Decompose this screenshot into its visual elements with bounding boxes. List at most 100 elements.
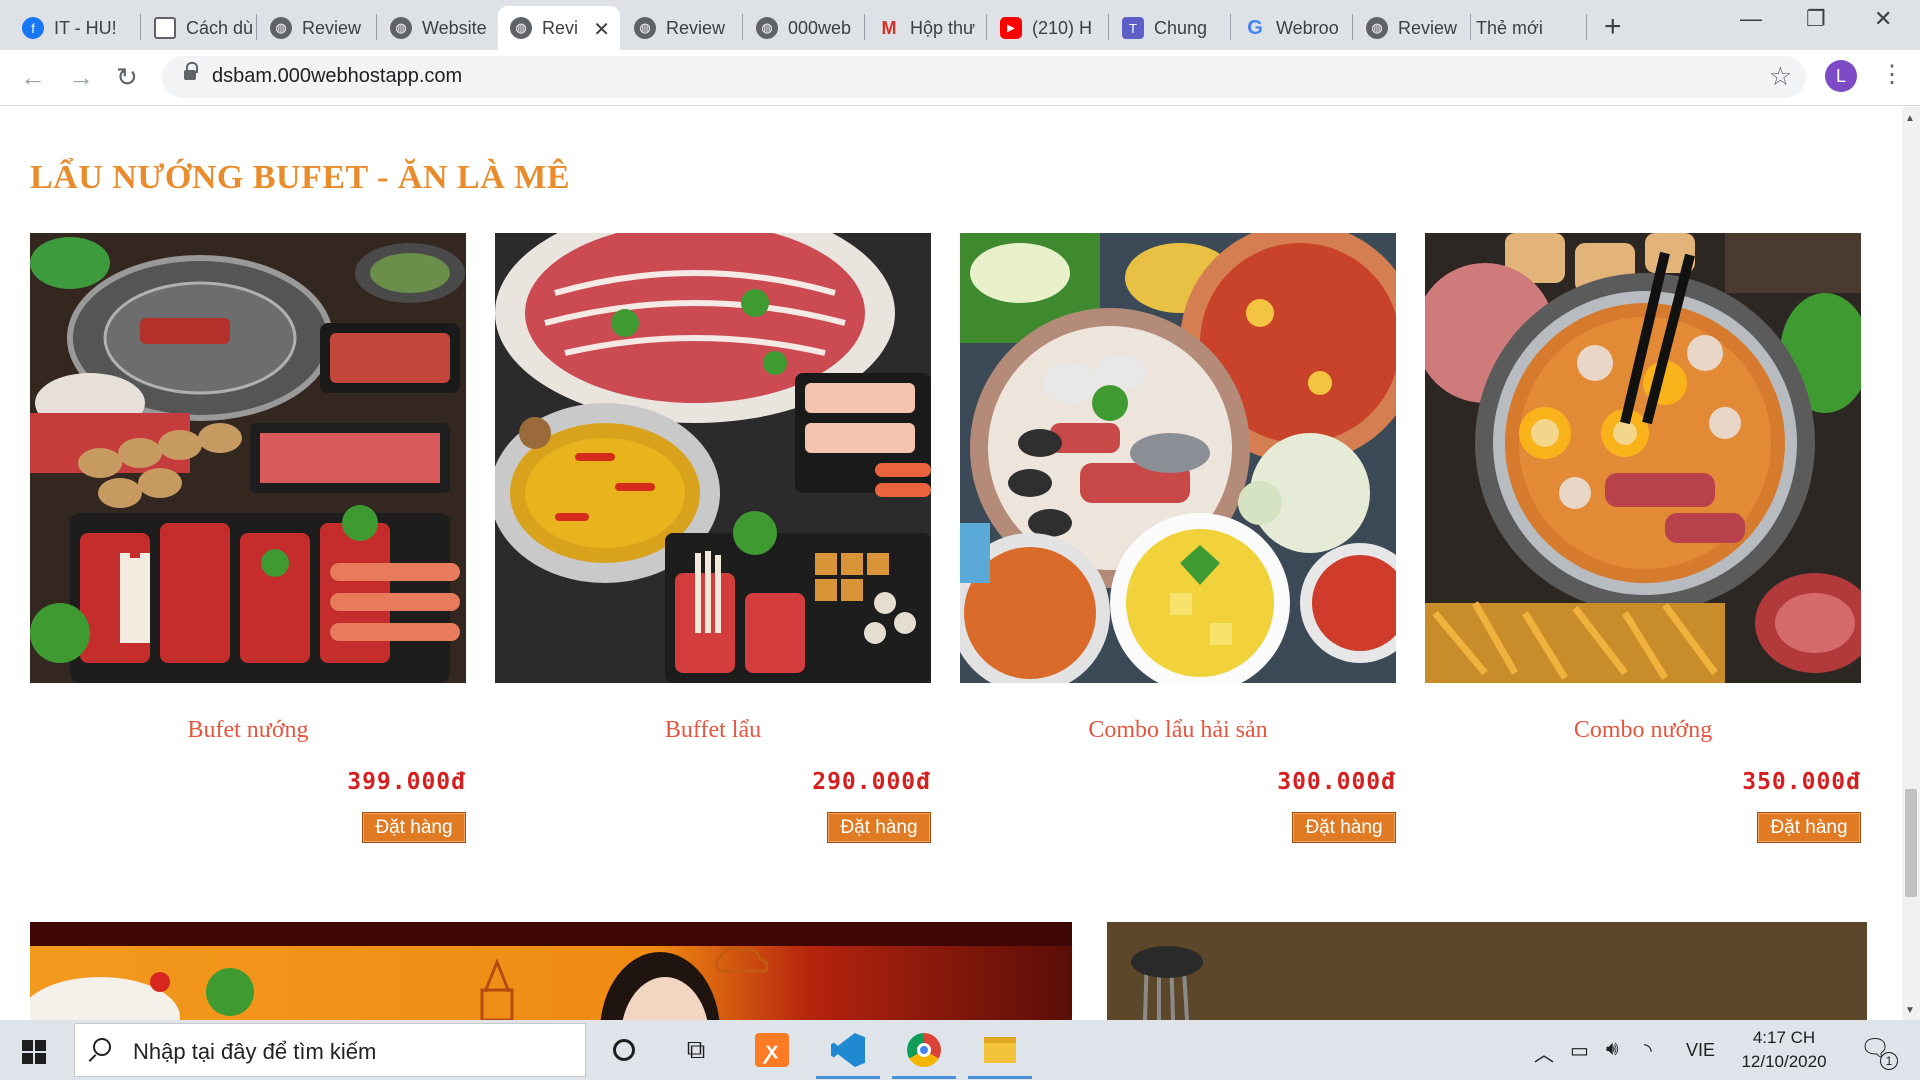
clock-time: 4:17 CH [1752, 1028, 1816, 1047]
new-tab-icon[interactable]: + [1604, 10, 1622, 44]
tab-label: Thẻ mới [1476, 17, 1543, 38]
browser-tab[interactable]: Thẻ mới [1472, 6, 1584, 50]
task-view-icon[interactable]: ⧉ [676, 1030, 716, 1070]
order-button[interactable]: Đặt hàng [1292, 812, 1396, 843]
grill-combo-photo [1425, 233, 1861, 683]
browser-tab[interactable]: ◍ Website [378, 6, 492, 50]
browser-tab-active[interactable]: ◍ Revi ✕ [498, 6, 620, 50]
order-button[interactable]: Đặt hàng [1757, 812, 1861, 843]
grill-buffet-photo [30, 233, 466, 683]
url-text[interactable]: dsbam.000webhostapp.com [212, 65, 462, 88]
page-scrollbar[interactable]: ▲ ▼ [1902, 107, 1920, 1020]
taskbar-clock[interactable]: 4:17 CH 12/10/2020 [1738, 1026, 1830, 1074]
back-arrow-icon[interactable]: ← [20, 62, 46, 93]
wifi-icon[interactable]: ◝ [1644, 1038, 1652, 1063]
profile-avatar[interactable]: L [1825, 60, 1857, 92]
document-icon [154, 17, 176, 39]
file-explorer-icon[interactable] [980, 1030, 1020, 1070]
globe-icon: ◍ [390, 17, 412, 39]
scroll-down-icon[interactable]: ▼ [1905, 1005, 1915, 1016]
browser-tab-strip: f IT - HU! Cách dù ◍ Review ◍ Website ◍ … [0, 0, 1920, 50]
volume-icon[interactable]: 🔊︎ [1606, 1038, 1619, 1061]
product-name[interactable]: Combo nướng [1425, 717, 1861, 744]
tab-label: 000web [788, 17, 852, 38]
product-price: 350.000đ [1742, 769, 1861, 795]
product-card: Bufet nướng 399.000đ Đặt hàng [30, 233, 466, 843]
minimize-icon[interactable]: — [1740, 6, 1762, 32]
clock-date: 12/10/2020 [1741, 1052, 1827, 1071]
seafood-hotpot-photo [960, 233, 1396, 683]
chrome-icon[interactable] [904, 1030, 944, 1070]
browser-tab[interactable]: M Hộp thư [866, 6, 984, 50]
globe-icon: ◍ [270, 17, 292, 39]
product-photo[interactable] [30, 233, 466, 683]
browser-tab[interactable]: T Chung [1110, 6, 1228, 50]
tab-label: Hộp thư [910, 17, 976, 38]
scrollbar-thumb[interactable] [1905, 789, 1917, 897]
browser-tab[interactable]: f IT - HU! [10, 6, 138, 50]
product-price: 300.000đ [1277, 769, 1396, 795]
taskbar-search-box[interactable]: Nhập tại đây để tìm kiếm [74, 1023, 586, 1077]
section-title: LẨU NƯỚNG BUFET - ĂN LÀ MÊ [30, 159, 571, 196]
product-card: Combo nướng 350.000đ Đặt hàng [1425, 233, 1861, 843]
browser-tab[interactable]: ◍ 000web [744, 6, 862, 50]
cortana-icon[interactable] [604, 1030, 644, 1070]
bookmark-star-icon[interactable]: ☆ [1769, 61, 1792, 92]
facebook-icon: f [22, 17, 44, 39]
browser-tab[interactable]: ◍ Review [622, 6, 740, 50]
battery-icon[interactable]: ▭ [1570, 1038, 1589, 1063]
promo-banner-right[interactable] [1107, 922, 1867, 1020]
tab-label: Review [666, 17, 726, 38]
browser-tab[interactable]: ◍ Review [258, 6, 374, 50]
teams-icon: T [1122, 17, 1144, 39]
tab-label: (210) H [1032, 17, 1093, 38]
tab-label: Revi [542, 17, 579, 38]
browser-toolbar: ← → ↻ dsbam.000webhostapp.com ☆ L ⋮ [0, 50, 1920, 106]
show-hidden-icons-icon[interactable]: ︿ [1534, 1038, 1554, 1067]
reload-icon[interactable]: ↻ [116, 62, 138, 93]
lock-icon [184, 62, 198, 82]
tab-label: Webroo [1276, 17, 1339, 38]
product-card: Combo lẩu hải sản 300.000đ Đặt hàng [960, 233, 1396, 843]
globe-icon: ◍ [510, 17, 532, 39]
address-bar[interactable]: dsbam.000webhostapp.com ☆ [162, 56, 1806, 98]
product-name[interactable]: Bufet nướng [30, 717, 466, 744]
browser-tab[interactable]: Cách dù [142, 6, 254, 50]
browser-tab[interactable]: G Webroo [1232, 6, 1350, 50]
browser-tab[interactable]: ◍ Review [1354, 6, 1468, 50]
youtube-icon: ▶ [1000, 17, 1022, 39]
more-menu-icon[interactable]: ⋮ [1880, 60, 1904, 89]
globe-icon: ◍ [1366, 17, 1388, 39]
promo-banner-left[interactable] [30, 922, 1072, 1020]
chrome-running-indicator [892, 1076, 956, 1079]
product-card: Buffet lẩu 290.000đ Đặt hàng [495, 233, 931, 843]
windows-start-icon[interactable] [22, 1040, 46, 1064]
restore-icon[interactable]: ❐ [1806, 6, 1826, 32]
order-button[interactable]: Đặt hàng [362, 812, 466, 843]
vscode-running-indicator [816, 1076, 880, 1079]
promo-banner-image [30, 922, 1072, 1020]
close-tab-icon[interactable]: ✕ [593, 17, 610, 42]
input-language[interactable]: VIE [1686, 1040, 1715, 1061]
product-photo[interactable] [960, 233, 1396, 683]
product-price: 399.000đ [347, 769, 466, 795]
close-window-icon[interactable]: ✕ [1874, 6, 1892, 32]
product-name[interactable]: Buffet lẩu [495, 717, 931, 744]
product-name[interactable]: Combo lẩu hải sản [960, 717, 1396, 744]
tab-label: Website [422, 17, 487, 38]
tab-label: IT - HU! [54, 17, 117, 38]
scroll-up-icon[interactable]: ▲ [1905, 113, 1915, 124]
product-photo[interactable] [1425, 233, 1861, 683]
browser-tab[interactable]: ▶ (210) H [988, 6, 1106, 50]
taskbar-search-placeholder: Nhập tại đây để tìm kiếm [133, 1039, 377, 1064]
tab-label: Cách dù [186, 17, 254, 38]
search-icon [93, 1038, 111, 1056]
vscode-icon[interactable] [828, 1030, 868, 1070]
forward-arrow-icon[interactable]: → [68, 62, 94, 93]
order-button[interactable]: Đặt hàng [827, 812, 931, 843]
hotpot-buffet-photo [495, 233, 931, 683]
explorer-running-indicator [968, 1076, 1032, 1079]
product-photo[interactable] [495, 233, 931, 683]
web-page: LẨU NƯỚNG BUFET - ĂN LÀ MÊ Bufet nướng 3… [0, 107, 1920, 1020]
xampp-icon[interactable]: ꭗ [752, 1030, 792, 1070]
